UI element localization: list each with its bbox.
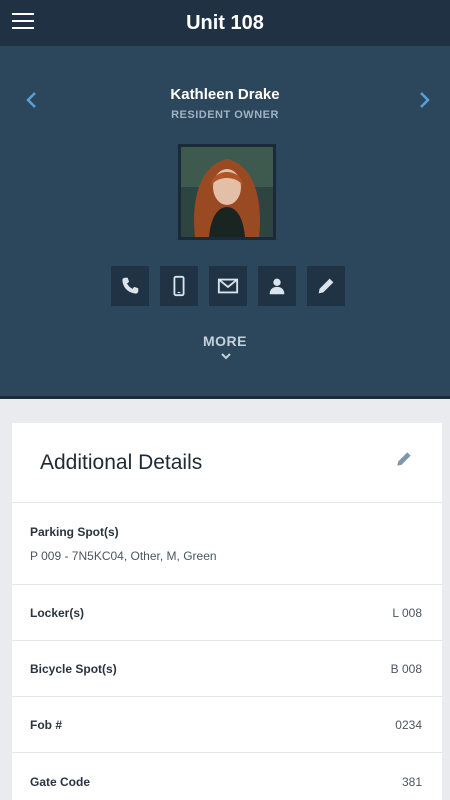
call-mobile-button[interactable]: [160, 266, 198, 306]
fob-label: Fob #: [30, 718, 62, 732]
edit-resident-button[interactable]: [307, 266, 345, 306]
bicycle-row: Bicycle Spot(s) B 008: [12, 641, 442, 697]
gate-value: 381: [401, 775, 422, 789]
bicycle-label: Bicycle Spot(s): [30, 662, 117, 676]
resident-role: RESIDENT OWNER: [171, 109, 279, 121]
additional-details-card: Additional Details Parking Spot(s) P 009…: [12, 423, 442, 800]
card-header: Additional Details: [12, 423, 442, 503]
parking-row: Parking Spot(s) P 009 - 7N5KC04, Other, …: [12, 503, 442, 585]
chevron-down-icon[interactable]: [219, 351, 233, 361]
divider: [0, 396, 450, 399]
fob-row: Fob # 0234: [12, 697, 442, 753]
parking-label: Parking Spot(s): [30, 525, 119, 539]
more-toggle[interactable]: MORE: [0, 333, 450, 349]
resident-profile-panel: Kathleen Drake RESIDENT OWNER MORE: [0, 46, 450, 396]
avatar: [178, 144, 276, 240]
edit-details-icon[interactable]: [394, 449, 414, 469]
fob-value: 0234: [395, 718, 422, 732]
gate-row: Gate Code 381: [12, 753, 442, 800]
card-title: Additional Details: [40, 451, 203, 474]
edit-pencil-icon: [318, 278, 334, 294]
email-icon: [217, 278, 239, 294]
page-title: Unit 108: [186, 12, 264, 34]
bicycle-value: B 008: [390, 662, 422, 676]
locker-row: Locker(s) L 008: [12, 585, 442, 641]
mobile-icon: [173, 275, 185, 297]
app-header: Unit 108: [0, 0, 450, 46]
send-email-button[interactable]: [209, 266, 247, 306]
next-resident-button[interactable]: [414, 90, 434, 110]
contact-icon: [269, 278, 285, 295]
call-phone-button[interactable]: [111, 266, 149, 306]
locker-value: L 008: [392, 606, 422, 620]
parking-value: P 009 - 7N5KC04, Other, M, Green: [30, 549, 217, 563]
chevron-right-icon: [420, 92, 430, 108]
phone-icon: [122, 277, 139, 294]
view-contact-button[interactable]: [258, 266, 296, 306]
locker-label: Locker(s): [30, 606, 85, 620]
resident-name: Kathleen Drake: [170, 86, 280, 103]
gate-label: Gate Code: [30, 775, 91, 789]
